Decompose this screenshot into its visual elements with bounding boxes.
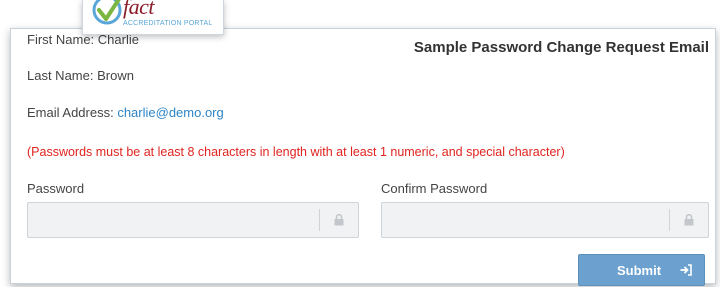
sign-in-icon bbox=[680, 264, 692, 276]
last-name-text: Last Name: Brown bbox=[27, 68, 134, 83]
overlay-title: Sample Password Change Request Email bbox=[413, 39, 709, 56]
lock-icon bbox=[669, 209, 708, 231]
logo: fact ACCREDITATION PORTAL bbox=[82, 0, 224, 35]
password-input[interactable] bbox=[28, 203, 310, 237]
password-field-group bbox=[27, 202, 359, 238]
submit-button[interactable]: Submit bbox=[578, 254, 705, 286]
confirm-password-input[interactable] bbox=[382, 203, 660, 237]
password-requirements-warning: (Passwords must be at least 8 characters… bbox=[27, 145, 565, 159]
check-circle-icon bbox=[92, 0, 122, 25]
email-label: Email Address: bbox=[27, 105, 118, 120]
email-address-text: Email Address: charlie@demo.org bbox=[27, 105, 224, 120]
password-change-panel: Sample Password Change Request Email Fir… bbox=[10, 28, 716, 286]
confirm-password-field-group bbox=[381, 202, 709, 238]
logo-subtitle: ACCREDITATION PORTAL bbox=[123, 20, 213, 27]
logo-wordmark: fact bbox=[123, 0, 155, 19]
email-value: charlie@demo.org bbox=[117, 105, 224, 120]
submit-label: Submit bbox=[617, 262, 662, 278]
password-label: Password bbox=[27, 181, 85, 196]
confirm-password-label: Confirm Password bbox=[381, 181, 488, 196]
lock-icon bbox=[319, 209, 358, 231]
